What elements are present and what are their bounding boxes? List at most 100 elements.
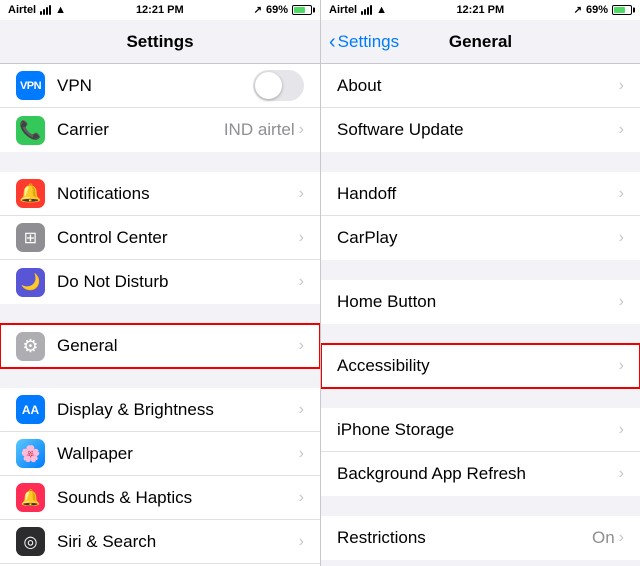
dnd-icon: 🌙 [16, 268, 45, 297]
home-button-label: Home Button [337, 292, 619, 312]
carrier-chevron: › [299, 121, 304, 139]
about-chevron: › [619, 77, 624, 95]
general-icon: ⚙ [16, 332, 45, 361]
software-update-chevron: › [619, 121, 624, 139]
nav-bar-left: Settings [0, 20, 320, 64]
settings-item-siri[interactable]: ◎ Siri & Search › [0, 520, 320, 564]
general-label: General [57, 336, 299, 356]
dnd-label: Do Not Disturb [57, 272, 299, 292]
back-label: Settings [338, 32, 399, 52]
arrow-icon-right: ↗ [574, 5, 582, 16]
settings-item-general[interactable]: ⚙ General › [0, 324, 320, 368]
status-bar-right: Airtel ▲ 12:21 PM ↗ 69% [321, 0, 640, 20]
nav-title-right: General [449, 32, 512, 52]
settings-item-wallpaper[interactable]: 🌸 Wallpaper › [0, 432, 320, 476]
arrow-icon-left: ↗ [254, 5, 262, 16]
settings-item-notifications[interactable]: 🔔 Notifications › [0, 172, 320, 216]
vpn-toggle[interactable] [253, 70, 304, 101]
home-button-section: Home Button › [321, 280, 640, 324]
wifi-icon-right: ▲ [376, 4, 387, 16]
accessibility-label: Accessibility [337, 356, 619, 376]
left-panel: Airtel ▲ 12:21 PM ↗ 69% Settings VPN [0, 0, 320, 566]
handoff-chevron: › [619, 185, 624, 203]
gap2 [0, 304, 320, 324]
settings-item-handoff[interactable]: Handoff › [321, 172, 640, 216]
handoff-label: Handoff [337, 184, 619, 204]
battery-left [292, 5, 312, 15]
settings-item-restrictions[interactable]: Restrictions On › [321, 516, 640, 560]
status-right-right: ↗ 69% [574, 4, 632, 16]
settings-item-vpn[interactable]: VPN VPN [0, 64, 320, 108]
home-button-chevron: › [619, 293, 624, 311]
settings-item-software-update[interactable]: Software Update › [321, 108, 640, 152]
vpn-group: VPN VPN 📞 Carrier IND airtel › [0, 64, 320, 152]
top-section: About › Software Update › [321, 64, 640, 152]
general-chevron: › [299, 337, 304, 355]
right-scroll[interactable]: About › Software Update › Handoff › CarP… [321, 64, 640, 566]
carrier-right: Airtel [329, 4, 357, 16]
wallpaper-chevron: › [299, 445, 304, 463]
left-scroll[interactable]: VPN VPN 📞 Carrier IND airtel › 🔔 Notific… [0, 64, 320, 566]
bg-refresh-chevron: › [619, 465, 624, 483]
software-update-label: Software Update [337, 120, 619, 140]
control-center-label: Control Center [57, 228, 299, 248]
settings-item-accessibility[interactable]: Accessibility › [321, 344, 640, 388]
sounds-chevron: › [299, 489, 304, 507]
gap-r2 [321, 260, 640, 280]
storage-section: iPhone Storage › Background App Refresh … [321, 408, 640, 496]
battery-right [612, 5, 632, 15]
battery-percent-right: 69% [586, 4, 608, 16]
about-label: About [337, 76, 619, 96]
settings-item-sounds[interactable]: 🔔 Sounds & Haptics › [0, 476, 320, 520]
carrier-value: IND airtel [224, 120, 295, 140]
gap-r1 [321, 152, 640, 172]
display-chevron: › [299, 401, 304, 419]
back-button[interactable]: ‹ Settings [329, 32, 399, 52]
vpn-label: VPN [57, 76, 253, 96]
gap-r4 [321, 388, 640, 408]
time-right: 12:21 PM [456, 4, 504, 16]
settings-item-about[interactable]: About › [321, 64, 640, 108]
right-panel: Airtel ▲ 12:21 PM ↗ 69% ‹ Settings Gener… [320, 0, 640, 566]
iphone-storage-label: iPhone Storage [337, 420, 619, 440]
carplay-chevron: › [619, 229, 624, 247]
settings-item-home-button[interactable]: Home Button › [321, 280, 640, 324]
restrictions-chevron: › [619, 529, 624, 547]
notifications-group: 🔔 Notifications › ⊞ Control Center › 🌙 D… [0, 172, 320, 304]
siri-chevron: › [299, 533, 304, 551]
settings-item-dnd[interactable]: 🌙 Do Not Disturb › [0, 260, 320, 304]
vpn-icon: VPN [16, 71, 45, 100]
settings-item-display[interactable]: AA Display & Brightness › [0, 388, 320, 432]
settings-item-iphone-storage[interactable]: iPhone Storage › [321, 408, 640, 452]
settings-item-bg-refresh[interactable]: Background App Refresh › [321, 452, 640, 496]
control-center-chevron: › [299, 229, 304, 247]
settings-item-carplay[interactable]: CarPlay › [321, 216, 640, 260]
sounds-label: Sounds & Haptics [57, 488, 299, 508]
wifi-icon-left: ▲ [55, 4, 66, 16]
notifications-chevron: › [299, 185, 304, 203]
signal-bars-left [40, 5, 51, 15]
settings-item-carrier[interactable]: 📞 Carrier IND airtel › [0, 108, 320, 152]
gap1 [0, 152, 320, 172]
display-label: Display & Brightness [57, 400, 299, 420]
wallpaper-label: Wallpaper [57, 444, 299, 464]
carrier-icon: 📞 [16, 116, 45, 145]
nav-bar-right: ‹ Settings General [321, 20, 640, 64]
carrier-label: Carrier [57, 120, 224, 140]
display-icon: AA [16, 395, 45, 424]
display-group: AA Display & Brightness › 🌸 Wallpaper › … [0, 388, 320, 566]
nav-title-left: Settings [126, 32, 193, 52]
siri-icon: ◎ [16, 527, 45, 556]
settings-item-control-center[interactable]: ⊞ Control Center › [0, 216, 320, 260]
restrictions-label: Restrictions [337, 528, 592, 548]
status-right-left: ↗ 69% [254, 4, 312, 16]
restrictions-section: Restrictions On › [321, 516, 640, 560]
wallpaper-icon: 🌸 [16, 439, 45, 468]
battery-percent-left: 69% [266, 4, 288, 16]
accessibility-chevron: › [619, 357, 624, 375]
gap3 [0, 368, 320, 388]
sounds-icon: 🔔 [16, 483, 45, 512]
time-left: 12:21 PM [136, 4, 184, 16]
vpn-toggle-knob [255, 72, 282, 99]
notifications-label: Notifications [57, 184, 299, 204]
